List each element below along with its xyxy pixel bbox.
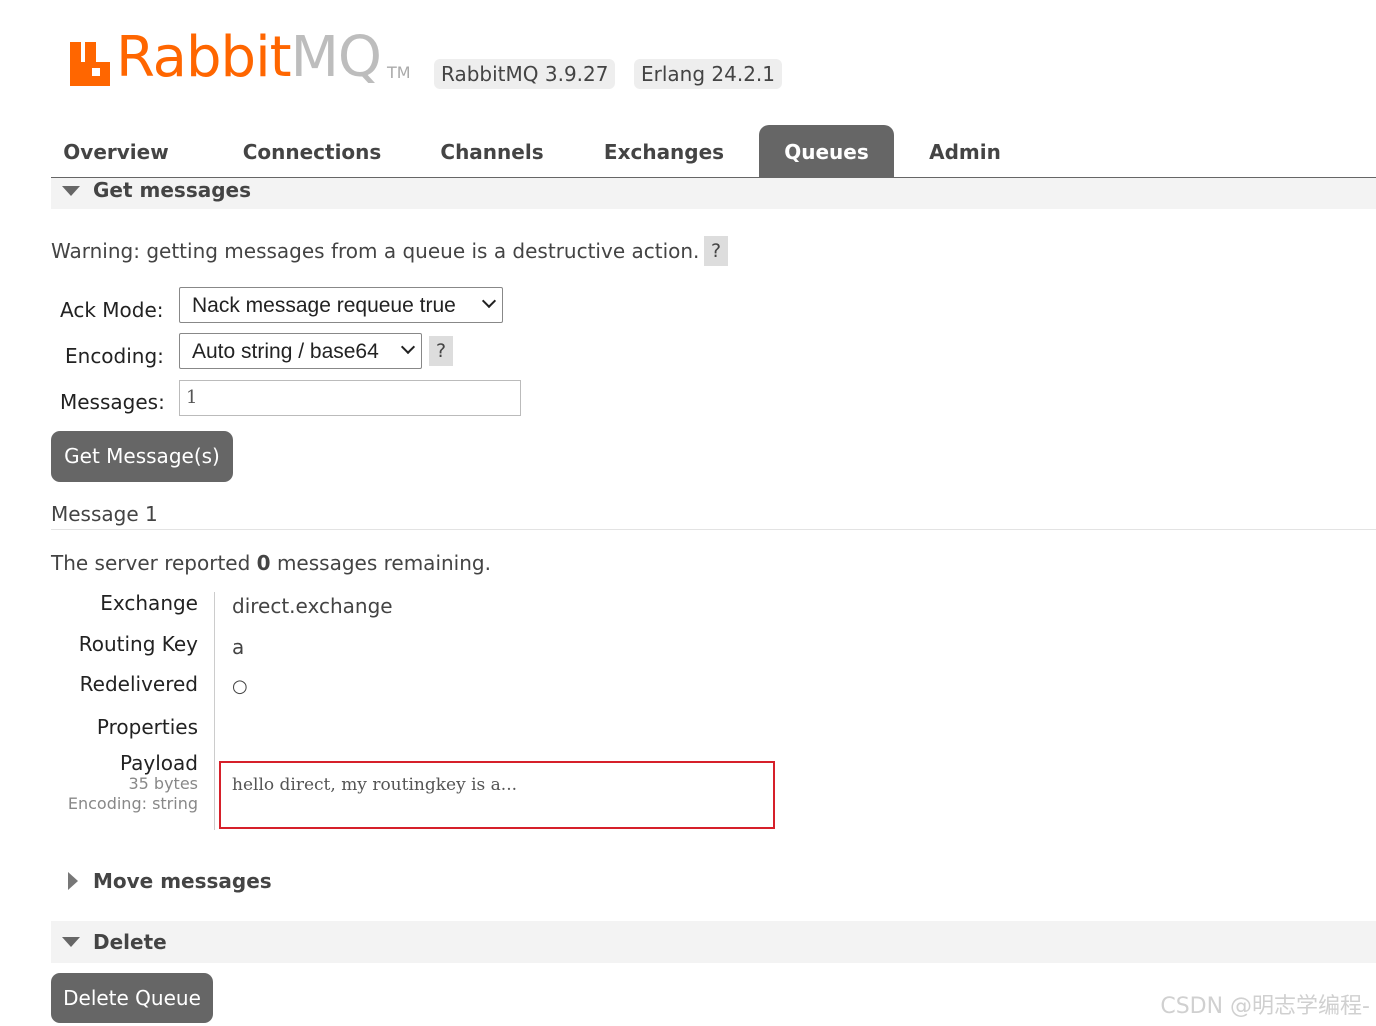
encoding-select[interactable]: Auto string / base64: [179, 333, 422, 369]
logo-wordmark: RabbitMQ: [116, 30, 382, 86]
rabbitmq-logo-icon: [70, 42, 110, 86]
chevron-down-icon: [400, 339, 416, 355]
main-nav: Overview Connections Channels Exchanges …: [51, 125, 1376, 178]
get-messages-section-header[interactable]: Get messages: [51, 178, 1376, 209]
details-divider: [214, 592, 215, 830]
encoding-label: Encoding:: [65, 344, 164, 368]
delete-title: Delete: [93, 930, 167, 954]
ack-mode-select[interactable]: Nack message requeue true: [179, 287, 503, 323]
rabbitmq-logo[interactable]: RabbitMQ TM: [68, 30, 411, 86]
warning-help-icon[interactable]: ?: [704, 236, 728, 266]
exchange-value: direct.exchange: [232, 594, 393, 618]
expand-triangle-icon: [68, 872, 78, 890]
encoding-help-icon[interactable]: ?: [429, 336, 453, 366]
messages-remaining-text: The server reported 0 messages remaining…: [51, 551, 491, 575]
ack-mode-value: Nack message requeue true: [192, 294, 456, 317]
redelivered-label: Redelivered: [79, 672, 198, 696]
tab-admin[interactable]: Admin: [913, 125, 1017, 177]
ack-mode-label: Ack Mode:: [60, 298, 164, 322]
delete-queue-button[interactable]: Delete Queue: [51, 973, 213, 1023]
messages-count-input[interactable]: 1: [179, 380, 521, 416]
payload-label: Payload: [120, 751, 198, 775]
tab-exchanges[interactable]: Exchanges: [583, 125, 745, 177]
remaining-suffix: messages remaining.: [270, 551, 491, 575]
messages-count-label: Messages:: [60, 390, 165, 414]
remaining-prefix: The server reported: [51, 551, 257, 575]
tab-queues[interactable]: Queues: [759, 125, 894, 177]
trademark-mark: TM: [387, 63, 411, 82]
encoding-value: Auto string / base64: [192, 340, 379, 363]
payload-size: 35 bytes: [128, 774, 198, 793]
tab-overview[interactable]: Overview: [51, 125, 181, 177]
message-heading: Message 1: [51, 502, 158, 526]
remaining-count: 0: [256, 551, 271, 575]
chevron-down-icon: [481, 293, 497, 309]
exchange-label: Exchange: [100, 591, 198, 615]
logo-wordmark-mq: MQ: [290, 25, 382, 90]
delete-section-header[interactable]: Delete: [51, 921, 1376, 963]
move-messages-section-header[interactable]: Move messages: [51, 867, 451, 897]
collapse-triangle-icon: [62, 186, 80, 196]
message-divider: [51, 529, 1376, 530]
destructive-warning: Warning: getting messages from a queue i…: [51, 239, 700, 263]
collapse-triangle-icon: [62, 937, 80, 947]
routing-key-label: Routing Key: [78, 632, 198, 656]
tab-channels[interactable]: Channels: [421, 125, 563, 177]
payload-encoding: Encoding: string: [67, 794, 198, 813]
redelivered-value: ○: [232, 676, 248, 697]
tab-connections[interactable]: Connections: [221, 125, 403, 177]
watermark: CSDN @明志学编程-: [1160, 994, 1370, 1019]
get-messages-button[interactable]: Get Message(s): [51, 431, 233, 482]
move-messages-title: Move messages: [93, 869, 272, 893]
payload-box[interactable]: hello direct, my routingkey is a...: [219, 761, 775, 829]
properties-label: Properties: [96, 715, 198, 739]
erlang-version-badge: Erlang 24.2.1: [634, 59, 783, 89]
payload-value: hello direct, my routingkey is a...: [232, 775, 518, 795]
rabbitmq-version-badge: RabbitMQ 3.9.27: [434, 59, 616, 89]
get-messages-title: Get messages: [93, 178, 251, 202]
routing-key-value: a: [232, 635, 245, 659]
logo-wordmark-rabbit: Rabbit: [116, 25, 292, 90]
